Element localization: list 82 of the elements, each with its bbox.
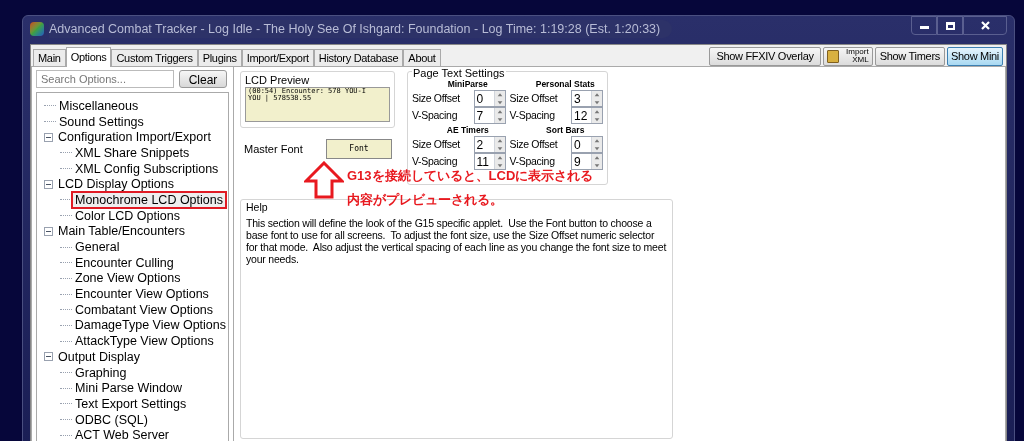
number-spinner[interactable]: 11: [473, 153, 506, 170]
tree-item[interactable]: AttackType View Options: [73, 334, 216, 349]
timers-button[interactable]: Show Timers: [874, 46, 945, 66]
collapse-icon[interactable]: [44, 352, 53, 362]
number-spinner[interactable]: 7: [473, 107, 506, 124]
tree-item[interactable]: Sound Settings: [57, 114, 146, 129]
close-icon: [980, 21, 990, 30]
annotation-text: G13を接続していると、LCDに表示される内容がプレビューされる。: [347, 167, 595, 209]
tab[interactable]: About: [403, 49, 441, 66]
mini-button[interactable]: Show Mini: [946, 46, 1003, 66]
section-heading: Personal Stats: [534, 79, 596, 90]
window-title: Advanced Combat Tracker - Log Idle - The Holy See Of Ishgard: Foundation - Log Time: 1:19:28 (Est. 1:20:33): [49, 19, 673, 39]
search-field[interactable]: Search Options...: [36, 70, 174, 88]
tree-item[interactable]: XML Share Snippets: [73, 145, 192, 160]
number-spinner[interactable]: 0: [571, 136, 603, 153]
minimize-button[interactable]: [911, 16, 937, 35]
tree-item[interactable]: Text Export Settings: [73, 396, 189, 411]
group-title: Page Text Settings: [412, 67, 506, 79]
field-label: V-Spacing: [412, 153, 458, 169]
tab[interactable]: Options: [65, 47, 112, 67]
number-spinner[interactable]: 12: [571, 107, 603, 124]
collapse-icon[interactable]: [44, 132, 53, 142]
tree-item[interactable]: XML Config Subscriptions: [73, 161, 221, 176]
field-label: V-Spacing: [412, 107, 458, 123]
tab[interactable]: Custom Triggers: [111, 49, 198, 66]
field-label: Size Offset: [412, 136, 460, 152]
spinner-arrows-icon[interactable]: [591, 137, 602, 152]
spinner-arrows-icon[interactable]: [591, 91, 602, 106]
tree-item[interactable]: LCD Display Options: [56, 177, 176, 192]
tree-item[interactable]: Main Table/Encounters: [56, 224, 187, 239]
group-title: LCD Preview: [245, 74, 311, 87]
tree-item[interactable]: Configuration Import/Export: [56, 130, 213, 145]
tree-item[interactable]: Encounter View Options: [73, 287, 211, 302]
tree-item[interactable]: Miscellaneous: [57, 98, 141, 113]
spinner-arrows-icon[interactable]: [493, 91, 505, 106]
field-label: V-Spacing: [509, 153, 555, 169]
tree-item[interactable]: Color LCD Options: [73, 208, 182, 223]
spinner-arrows-icon[interactable]: [493, 108, 505, 123]
spinner-arrows-icon[interactable]: [493, 137, 505, 152]
field-label: V-Spacing: [509, 107, 555, 123]
number-spinner[interactable]: 9: [571, 153, 603, 170]
tab[interactable]: History Database: [313, 49, 404, 66]
field-label: Size Offset: [412, 90, 460, 106]
tree-item[interactable]: Graphing: [73, 365, 129, 380]
tree-item[interactable]: Mini Parse Window: [73, 381, 184, 396]
tree-item[interactable]: Monochrome LCD Options: [73, 192, 225, 207]
tab[interactable]: Import/Export: [241, 49, 314, 66]
section-heading: MiniParse: [446, 79, 489, 90]
master-font-label: Master Font: [244, 141, 304, 157]
section-heading: AE Timers: [445, 125, 490, 136]
tree-item[interactable]: Combatant View Options: [73, 302, 216, 317]
spinner-arrows-icon[interactable]: [591, 154, 602, 169]
tree-item[interactable]: ODBC (SQL): [73, 412, 150, 427]
overlay-button[interactable]: Show FFXIV Overlay: [709, 46, 821, 66]
field-label: Size Offset: [509, 136, 558, 152]
number-spinner[interactable]: 3: [571, 90, 603, 107]
clipboard-icon: [826, 49, 839, 63]
spinner-arrows-icon[interactable]: [591, 108, 602, 123]
tree-item[interactable]: Zone View Options: [73, 271, 183, 286]
tree-item[interactable]: Output Display: [56, 349, 142, 364]
clear-button[interactable]: Clear: [179, 70, 227, 88]
spinner-arrows-icon[interactable]: [493, 154, 505, 169]
tab[interactable]: Main: [33, 49, 66, 66]
tree-item[interactable]: ACT Web Server: [73, 428, 171, 441]
close-button[interactable]: [963, 16, 1007, 35]
collapse-icon[interactable]: [44, 226, 53, 236]
tree-item[interactable]: DamageType View Options: [72, 318, 228, 333]
field-label: Size Offset: [509, 90, 558, 106]
tree-item[interactable]: Encounter Culling: [73, 255, 176, 270]
app-logo-icon: [30, 22, 44, 36]
section-heading: Sort Bars: [545, 125, 586, 136]
maximize-button[interactable]: [937, 16, 963, 35]
number-spinner[interactable]: 0: [473, 90, 506, 107]
help-text: This section will define the look of the G15 specific applet. Use the Font button to choose a base font to use for all screens. To adjust the font size, use the Size Offset numeric selector for that mode. Also adjust the vertical spacing of each line as you change the font size to meet your needs.: [246, 217, 667, 265]
tab[interactable]: Plugins: [197, 49, 242, 66]
tree-item[interactable]: General: [73, 240, 122, 255]
font-button[interactable]: Font: [326, 139, 392, 159]
import-xml-button[interactable]: Import XML: [822, 46, 873, 66]
group-title: Help: [246, 201, 268, 213]
number-spinner[interactable]: 2: [473, 136, 506, 153]
collapse-icon[interactable]: [44, 179, 53, 189]
up-arrow-annotation-icon: [304, 161, 344, 199]
